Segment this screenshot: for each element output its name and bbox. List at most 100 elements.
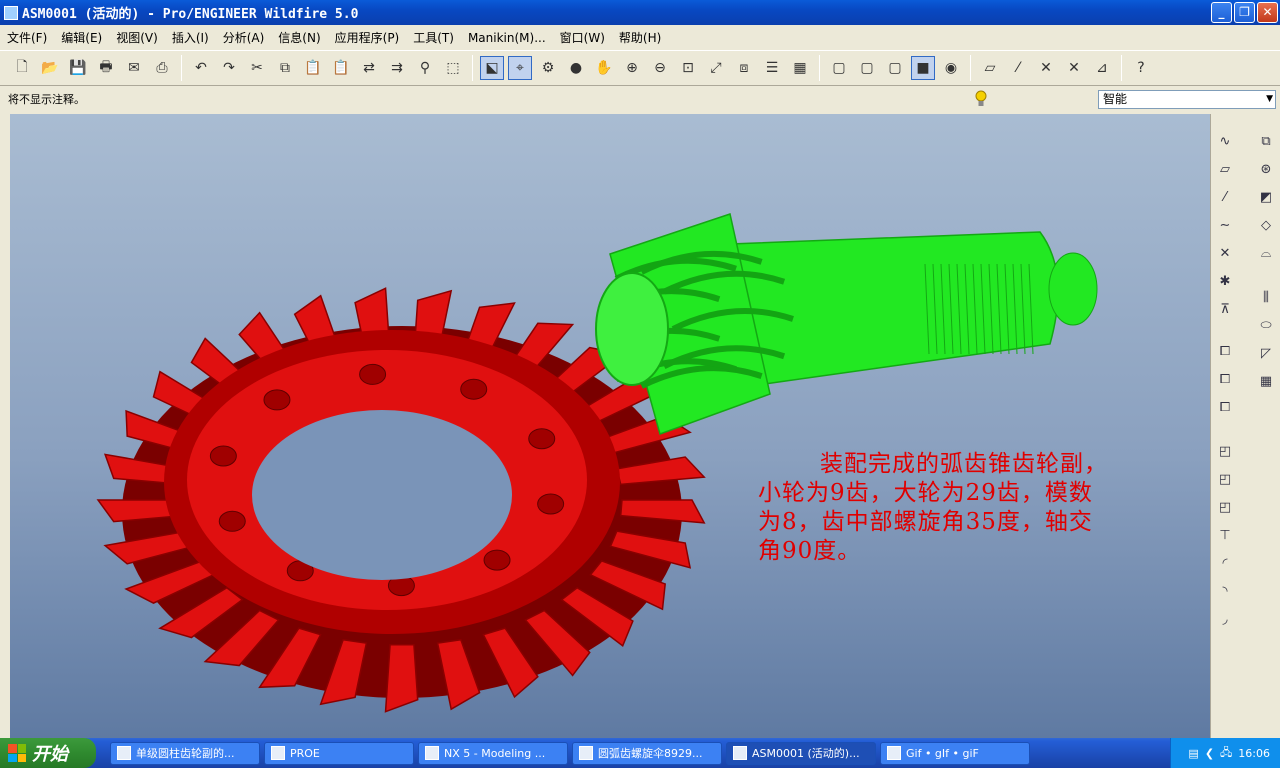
email-link-button[interactable]: ⎙ bbox=[150, 56, 174, 80]
task-word-doc-2[interactable]: 圆弧齿螺旋伞8929... bbox=[572, 741, 722, 765]
component-1-button[interactable]: ◰ bbox=[1214, 440, 1236, 462]
save-icon: 💾 bbox=[69, 60, 87, 76]
package-button[interactable]: ⧠ bbox=[1214, 396, 1236, 418]
layers-button[interactable]: ☰ bbox=[760, 56, 784, 80]
axis-button[interactable]: ⁄ bbox=[1214, 186, 1236, 208]
revolve-button[interactable]: ⊛ bbox=[1255, 158, 1277, 180]
paste-button[interactable]: 📋 bbox=[301, 56, 325, 80]
redo-button[interactable]: ↷ bbox=[217, 56, 241, 80]
find-button[interactable]: ⚲ bbox=[413, 56, 437, 80]
annotation-display-button[interactable]: ⊿ bbox=[1090, 56, 1114, 80]
zoom-in-button[interactable]: ⊕ bbox=[620, 56, 644, 80]
component-2-button[interactable]: ◰ bbox=[1214, 468, 1236, 490]
select-box-button[interactable]: ⬚ bbox=[441, 56, 465, 80]
pattern-button[interactable]: ▦ bbox=[1255, 370, 1277, 392]
menu-window[interactable]: 窗口(W) bbox=[553, 29, 612, 46]
appearance-button[interactable]: ● bbox=[564, 56, 588, 80]
mirror-button[interactable]: ⫼ bbox=[1255, 286, 1277, 308]
keyboard-icon[interactable]: ▤ bbox=[1188, 747, 1198, 760]
spin-center-button[interactable]: ⌖ bbox=[508, 56, 532, 80]
selection-filter-dropdown[interactable]: 智能 ▼ bbox=[1098, 90, 1276, 109]
menu-help[interactable]: 帮助(H) bbox=[612, 29, 668, 46]
navigator-collapse-strip[interactable] bbox=[0, 114, 10, 738]
menu-manikin[interactable]: Manikin(M)... bbox=[461, 31, 553, 45]
csys-button[interactable]: ✱ bbox=[1214, 270, 1236, 292]
copy-button[interactable]: ⧉ bbox=[273, 56, 297, 80]
no-hidden-button[interactable]: ▢ bbox=[883, 56, 907, 80]
cut-button[interactable]: ✂ bbox=[245, 56, 269, 80]
round-button[interactable]: ◜ bbox=[1214, 552, 1236, 574]
restore-button[interactable]: ❐ bbox=[1234, 2, 1255, 23]
pan-button[interactable]: ✋ bbox=[592, 56, 616, 80]
enhanced-realism-icon: ◉ bbox=[944, 60, 958, 76]
close-button[interactable]: ✕ bbox=[1257, 2, 1278, 23]
datum-display-button[interactable]: ⬕ bbox=[480, 56, 504, 80]
refit-button[interactable]: ⊡ bbox=[676, 56, 700, 80]
menu-edit[interactable]: 编辑(E) bbox=[54, 29, 109, 46]
paste-special-button[interactable]: 📋 bbox=[329, 56, 353, 80]
menu-info[interactable]: 信息(N) bbox=[271, 29, 327, 46]
view-manager-button[interactable]: ▦ bbox=[788, 56, 812, 80]
new-file-button[interactable]: 🗋 bbox=[10, 56, 34, 80]
email-button[interactable]: ✉ bbox=[122, 56, 146, 80]
coordinate-systems-button[interactable]: ✕ bbox=[1062, 56, 1086, 80]
point-button[interactable]: ✕ bbox=[1214, 242, 1236, 264]
sphere-icon: ● bbox=[569, 60, 583, 76]
datum-planes-button[interactable]: ▱ bbox=[978, 56, 1002, 80]
task-folder-proe[interactable]: PROE bbox=[264, 741, 414, 765]
hidden-line-button[interactable]: ▢ bbox=[855, 56, 879, 80]
menu-view[interactable]: 视图(V) bbox=[109, 29, 165, 46]
assemble-button[interactable]: ⧠ bbox=[1214, 340, 1236, 362]
start-button[interactable]: 开始 bbox=[0, 738, 96, 768]
menu-applications[interactable]: 应用程序(P) bbox=[328, 29, 407, 46]
context-help-button[interactable]: ? bbox=[1129, 56, 1153, 80]
trim-button[interactable]: ◸ bbox=[1255, 342, 1277, 364]
tray-expand-icon[interactable]: ❮ bbox=[1205, 747, 1214, 760]
datum-axes-button[interactable]: ⁄ bbox=[1006, 56, 1030, 80]
curve-button[interactable]: ∼ bbox=[1214, 214, 1236, 236]
shading-button[interactable]: ■ bbox=[911, 56, 935, 80]
save-button[interactable]: 💾 bbox=[66, 56, 90, 80]
round-icon: ◜ bbox=[1222, 555, 1228, 571]
chamfer-button[interactable]: ◝ bbox=[1214, 580, 1236, 602]
menu-file[interactable]: 文件(F) bbox=[0, 29, 54, 46]
boundary-blend-button[interactable]: ⌓ bbox=[1255, 242, 1277, 264]
orient-mode-button[interactable]: ⚙ bbox=[536, 56, 560, 80]
open-button[interactable]: 📂 bbox=[38, 56, 62, 80]
task-word-doc-1[interactable]: 单级圆柱齿轮副的... bbox=[110, 741, 260, 765]
task-gif[interactable]: Gif • gIf • giF bbox=[880, 741, 1030, 765]
regen-manager-button[interactable]: ⇉ bbox=[385, 56, 409, 80]
sweep-button[interactable]: ◩ bbox=[1255, 186, 1277, 208]
analysis-feature-button[interactable]: ⊼ bbox=[1214, 298, 1236, 320]
menu-tools[interactable]: 工具(T) bbox=[406, 29, 461, 46]
menu-insert[interactable]: 插入(I) bbox=[165, 29, 216, 46]
plane-button[interactable]: ▱ bbox=[1214, 158, 1236, 180]
undo-button[interactable]: ↶ bbox=[189, 56, 213, 80]
regenerate-button[interactable]: ⇄ bbox=[357, 56, 381, 80]
create-component-button[interactable]: ⧠ bbox=[1214, 368, 1236, 390]
minimize-button[interactable]: _ bbox=[1211, 2, 1232, 23]
enhanced-realism-button[interactable]: ◉ bbox=[939, 56, 963, 80]
merge-icon: ⬭ bbox=[1260, 317, 1272, 333]
task-nx5[interactable]: NX 5 - Modeling ... bbox=[418, 741, 568, 765]
menu-analysis[interactable]: 分析(A) bbox=[216, 29, 272, 46]
saved-views-button[interactable]: ⧈ bbox=[732, 56, 756, 80]
datum-display-icon: ⬕ bbox=[485, 60, 499, 76]
extrude-button[interactable]: ⧉ bbox=[1255, 130, 1277, 152]
wireframe-button[interactable]: ▢ bbox=[827, 56, 851, 80]
graphics-window[interactable]: 装配完成的弧齿锥齿轮副， 小轮为9齿，大轮为29齿，模数 为8，齿中部螺旋角35… bbox=[10, 114, 1210, 738]
network-icon[interactable]: 🖧 bbox=[1220, 744, 1232, 763]
task-proe-asm[interactable]: ASM0001 (活动的)... bbox=[726, 741, 876, 765]
merge-button[interactable]: ⬭ bbox=[1255, 314, 1277, 336]
print-button[interactable]: 🖶 bbox=[94, 56, 118, 80]
datum-points-button[interactable]: ✕ bbox=[1034, 56, 1058, 80]
bolt-hole bbox=[359, 363, 387, 385]
reorient-button[interactable]: ⤢ bbox=[704, 56, 728, 80]
bolt-hole bbox=[537, 493, 565, 515]
sketch-button[interactable]: ∿ bbox=[1214, 130, 1236, 152]
component-3-button[interactable]: ◰ bbox=[1214, 496, 1236, 518]
draft-button[interactable]: ◞ bbox=[1214, 608, 1236, 630]
cable-button[interactable]: ⊤ bbox=[1214, 524, 1236, 546]
zoom-out-button[interactable]: ⊖ bbox=[648, 56, 672, 80]
blend-button[interactable]: ◇ bbox=[1255, 214, 1277, 236]
